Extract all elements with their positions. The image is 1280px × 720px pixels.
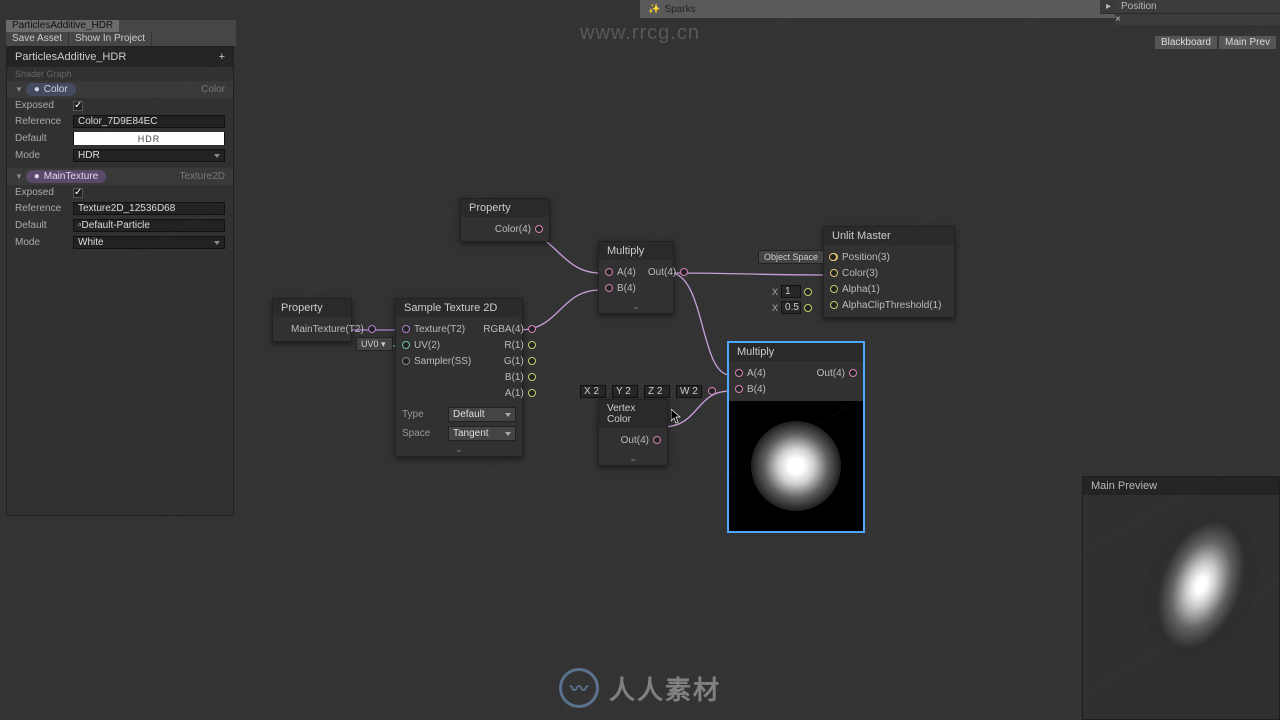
- master-space-dropdown[interactable]: Object Space: [758, 252, 837, 263]
- port-label: A(4): [747, 368, 766, 379]
- clip-value-field[interactable]: 0.5: [781, 301, 801, 314]
- port-label: R(1): [504, 340, 523, 351]
- main-preview-viewport[interactable]: [1083, 495, 1279, 719]
- port-texture-in[interactable]: Texture(T2): [402, 321, 471, 337]
- node-property-color[interactable]: Property Color(4): [460, 198, 550, 242]
- port-label: Alpha(1): [842, 284, 880, 295]
- sampletex-type-dropdown[interactable]: Default: [448, 407, 516, 422]
- port-color-in[interactable]: Color(3): [830, 265, 948, 281]
- port-label: Color(4): [495, 224, 531, 235]
- port-label: Sampler(SS): [414, 356, 471, 367]
- main-preview-title: Main Preview: [1083, 477, 1279, 495]
- node-title: Multiply: [599, 242, 673, 260]
- port-g-out[interactable]: G(1): [483, 353, 536, 369]
- main-preview-panel[interactable]: Main Preview: [1082, 476, 1280, 720]
- port-label: Out(4): [817, 368, 845, 379]
- position-label: Position: [1121, 1, 1157, 12]
- node-title: Property: [273, 299, 351, 317]
- node-title: Property: [461, 199, 549, 217]
- alpha-value-field[interactable]: 1: [781, 285, 801, 298]
- node-title: Vertex Color: [599, 400, 667, 428]
- node-property-maintex[interactable]: Property MainTexture(T2): [272, 298, 352, 342]
- inspector-position: Position: [1115, 0, 1280, 14]
- port-out[interactable]: Out(4): [621, 432, 661, 448]
- logo-icon: 〰: [559, 668, 599, 708]
- node-preview: [729, 401, 863, 531]
- port-alphaclip-in[interactable]: AlphaClipThreshold(1): [830, 297, 948, 313]
- collapse-toggle[interactable]: ⌄: [396, 443, 522, 456]
- watermark-text: 人人素材: [609, 670, 721, 707]
- type-label: Type: [402, 409, 442, 420]
- node-unlit-master[interactable]: Unlit Master Position(3) Color(3) Alpha(…: [823, 226, 955, 318]
- port-r-out[interactable]: R(1): [483, 337, 536, 353]
- x-label: X: [772, 287, 778, 297]
- port-label: Out(4): [648, 267, 676, 278]
- watermark-logo: 〰 人人素材: [559, 668, 721, 708]
- port-label: Out(4): [621, 435, 649, 446]
- port-label: G(1): [504, 356, 524, 367]
- port-label: Position(3): [842, 252, 890, 263]
- w-field[interactable]: W 2: [676, 385, 702, 398]
- dot-icon: [804, 288, 812, 296]
- port-a-out[interactable]: A(1): [483, 385, 536, 401]
- node-multiply-2[interactable]: Multiply A(4) B(4) Out(4): [728, 342, 864, 532]
- collapse-toggle[interactable]: ⌄: [599, 452, 667, 465]
- uv0-label: UV0: [361, 339, 379, 349]
- dot-icon: [804, 304, 812, 312]
- y-field[interactable]: Y 2: [612, 385, 638, 398]
- master-alpha-default[interactable]: X 1: [772, 285, 812, 298]
- port-label: B(4): [617, 283, 636, 294]
- port-label: Color(3): [842, 268, 878, 279]
- vector-default-chips: X 2 Y 2 Z 2 W 2: [580, 385, 716, 398]
- port-b-out[interactable]: B(1): [483, 369, 536, 385]
- port-out[interactable]: Out(4): [802, 365, 857, 381]
- cursor-icon: [671, 409, 683, 425]
- port-b-in[interactable]: B(4): [605, 280, 636, 296]
- z-field[interactable]: Z 2: [644, 385, 670, 398]
- dot-icon: [829, 253, 837, 261]
- node-multiply-1[interactable]: Multiply A(4) B(4) Out(4) ⌄: [598, 241, 674, 314]
- node-title: Multiply: [729, 343, 863, 361]
- port-rgba-out[interactable]: RGBA(4): [483, 321, 536, 337]
- watermark-url: www.rrcg.cn: [580, 22, 700, 45]
- master-clip-default[interactable]: X 0.5: [772, 301, 812, 314]
- node-sample-texture-2d[interactable]: Sample Texture 2D Texture(T2) UV(2) Samp…: [395, 298, 523, 457]
- sparks-label: Sparks: [664, 4, 695, 15]
- port-uv-in[interactable]: UV(2): [402, 337, 471, 353]
- port-label: A(1): [505, 388, 524, 399]
- vector-port-icon: [708, 387, 716, 395]
- port-label: AlphaClipThreshold(1): [842, 300, 942, 311]
- collapse-toggle[interactable]: ⌄: [599, 300, 673, 313]
- port-alpha-in[interactable]: Alpha(1): [830, 281, 948, 297]
- node-title: Unlit Master: [824, 227, 954, 245]
- port-label: B(1): [505, 372, 524, 383]
- port-label: RGBA(4): [483, 324, 524, 335]
- port-label: MainTexture(T2): [291, 324, 364, 335]
- port-color-out[interactable]: Color(4): [495, 221, 543, 237]
- sampletex-space-dropdown[interactable]: Tangent: [448, 426, 516, 441]
- port-maintex-out[interactable]: MainTexture(T2): [291, 321, 376, 337]
- space-label: Object Space: [758, 250, 824, 264]
- hierarchy-item-sparks[interactable]: ✨ Sparks: [640, 2, 704, 17]
- port-label: B(4): [747, 384, 766, 395]
- x-field[interactable]: X 2: [580, 385, 606, 398]
- port-label: Texture(T2): [414, 324, 465, 335]
- port-out[interactable]: Out(4): [648, 264, 688, 280]
- x-label: X: [772, 303, 778, 313]
- node-vertex-color[interactable]: Vertex Color Out(4) ⌄: [598, 399, 668, 466]
- port-a-in[interactable]: A(4): [605, 264, 636, 280]
- node-title: Sample Texture 2D: [396, 299, 522, 317]
- port-label: UV(2): [414, 340, 440, 351]
- port-a-in[interactable]: A(4): [735, 365, 790, 381]
- port-b-in[interactable]: B(4): [735, 381, 790, 397]
- port-position-in[interactable]: Position(3): [830, 249, 948, 265]
- port-sampler-in[interactable]: Sampler(SS): [402, 353, 471, 369]
- port-label: A(4): [617, 267, 636, 278]
- space-label: Space: [402, 428, 442, 439]
